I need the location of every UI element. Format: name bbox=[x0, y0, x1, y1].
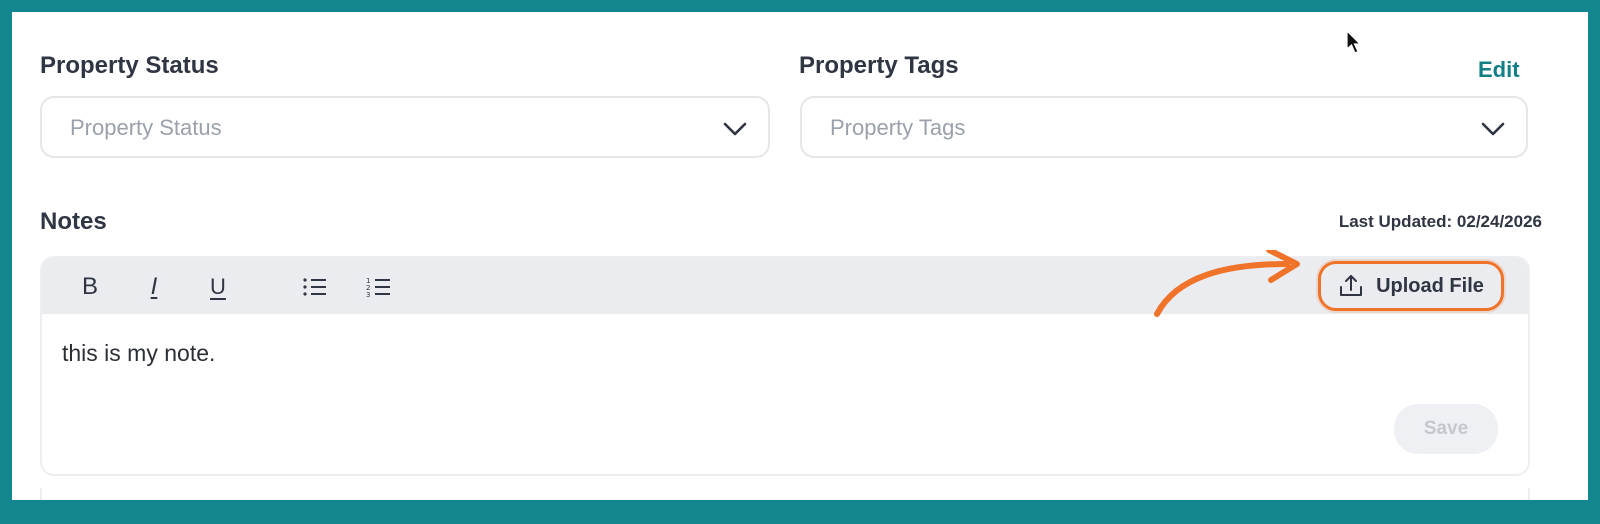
upload-file-button[interactable]: Upload File bbox=[1318, 261, 1504, 311]
notes-label: Notes bbox=[40, 208, 107, 235]
property-status-placeholder: Property Status bbox=[70, 115, 222, 140]
chevron-down-icon bbox=[723, 122, 747, 136]
property-status-label: Property Status bbox=[40, 52, 219, 79]
underline-icon: U bbox=[210, 274, 226, 299]
mouse-cursor-icon bbox=[1346, 30, 1362, 54]
property-details-panel: Property Status Property Tags Edit Prope… bbox=[12, 12, 1588, 500]
note-content[interactable]: this is my note. bbox=[62, 340, 215, 367]
edit-tags-link[interactable]: Edit bbox=[1478, 57, 1520, 83]
chevron-down-icon bbox=[1481, 122, 1505, 136]
property-tags-select[interactable]: Property Tags bbox=[800, 96, 1528, 158]
numbered-list-icon: 1 2 3 bbox=[366, 277, 390, 298]
upload-icon bbox=[1340, 275, 1363, 296]
italic-icon: I bbox=[150, 273, 158, 300]
bold-button[interactable]: B bbox=[75, 272, 105, 302]
upload-file-label: Upload File bbox=[1376, 274, 1484, 297]
bullet-list-icon bbox=[303, 278, 326, 296]
underline-button[interactable]: U bbox=[203, 272, 233, 302]
last-updated-text: Last Updated: 02/24/2026 bbox=[1338, 212, 1542, 231]
property-tags-placeholder: Property Tags bbox=[830, 115, 966, 140]
property-status-select[interactable]: Property Status bbox=[40, 96, 770, 158]
save-button[interactable]: Save bbox=[1394, 404, 1498, 454]
property-tags-label: Property Tags bbox=[799, 52, 959, 79]
numbered-list-button[interactable]: 1 2 3 bbox=[364, 272, 394, 302]
italic-button[interactable]: I bbox=[139, 272, 169, 302]
annotation-arrow-icon bbox=[1154, 250, 1300, 317]
bold-icon: B bbox=[81, 273, 98, 300]
next-section-edge bbox=[40, 488, 1530, 500]
svg-text:3: 3 bbox=[366, 291, 370, 298]
bullet-list-button[interactable] bbox=[300, 272, 330, 302]
